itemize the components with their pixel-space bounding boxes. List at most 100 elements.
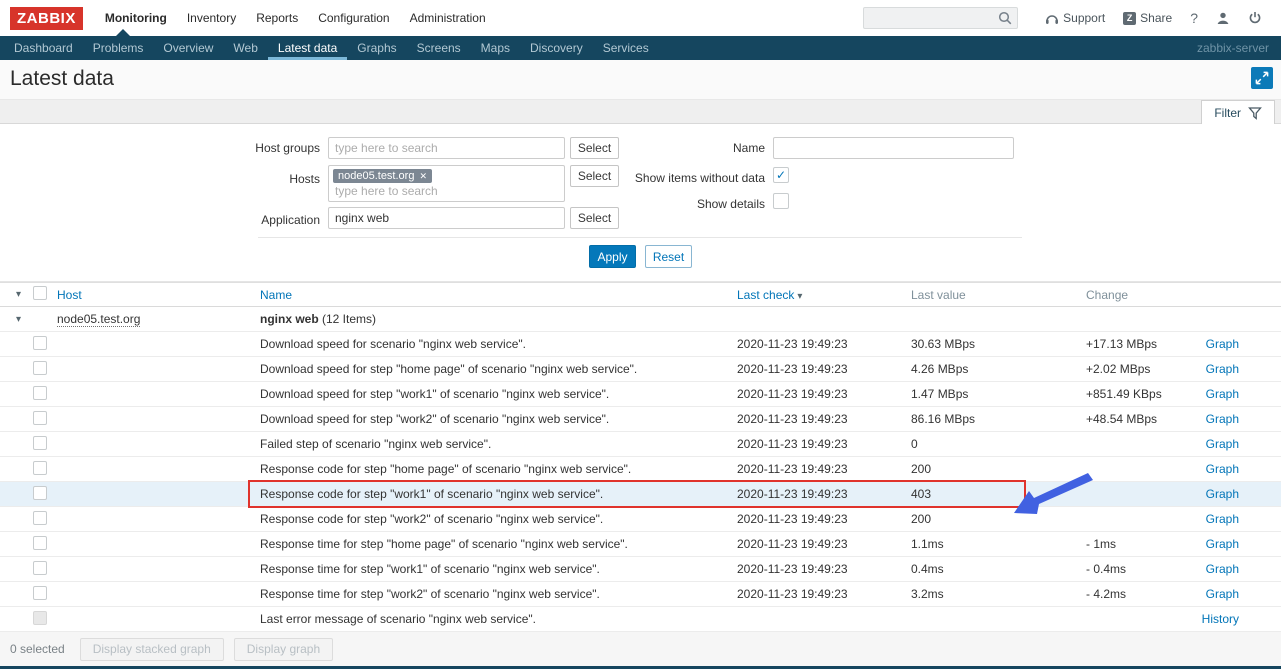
item-last-value: 3.2ms: [911, 587, 1086, 601]
host-column-header[interactable]: Host: [57, 288, 82, 302]
select-all-checkbox[interactable]: [33, 286, 47, 300]
graph-link[interactable]: Graph: [1206, 362, 1239, 376]
reset-button[interactable]: Reset: [645, 245, 692, 268]
row-checkbox[interactable]: [33, 561, 47, 575]
row-checkbox[interactable]: [33, 586, 47, 600]
search-icon: [998, 11, 1012, 25]
table-row: Download speed for scenario "nginx web s…: [0, 332, 1281, 357]
power-icon: [1248, 11, 1262, 25]
application-input[interactable]: [328, 207, 565, 229]
search-input[interactable]: [863, 7, 1018, 29]
item-change: +17.13 MBps: [1086, 337, 1196, 351]
graph-link[interactable]: Graph: [1206, 387, 1239, 401]
sub-nav-item-graphs[interactable]: Graphs: [347, 36, 406, 60]
sub-nav-item-web[interactable]: Web: [223, 36, 267, 60]
sub-nav-item-services[interactable]: Services: [593, 36, 659, 60]
graph-link[interactable]: Graph: [1206, 537, 1239, 551]
item-last-value: 0.4ms: [911, 562, 1086, 576]
graph-link[interactable]: Graph: [1206, 412, 1239, 426]
row-checkbox[interactable]: [33, 536, 47, 550]
item-count: (12 Items): [319, 312, 376, 326]
row-checkbox[interactable]: [33, 486, 47, 500]
host-groups-input[interactable]: [328, 137, 565, 159]
item-change: +851.49 KBps: [1086, 387, 1196, 401]
sub-nav-item-screens[interactable]: Screens: [407, 36, 471, 60]
table-row: Response code for step "work1" of scenar…: [0, 482, 1281, 507]
top-nav-item-administration[interactable]: Administration: [400, 11, 496, 25]
show-details-label: Show details: [640, 197, 765, 211]
sort-desc-icon: ▾: [797, 291, 802, 302]
help-button[interactable]: ?: [1190, 10, 1198, 26]
graph-link[interactable]: Graph: [1206, 337, 1239, 351]
server-name: zabbix-server: [1197, 36, 1269, 60]
item-name: Response code for step "home page" of sc…: [260, 462, 737, 476]
top-nav-item-inventory[interactable]: Inventory: [177, 11, 246, 25]
item-change: - 4.2ms: [1086, 587, 1196, 601]
page-title: Latest data: [10, 67, 114, 91]
share-link[interactable]: Z Share: [1123, 11, 1172, 25]
graph-link[interactable]: Graph: [1206, 562, 1239, 576]
top-nav: MonitoringInventoryReportsConfigurationA…: [95, 11, 496, 25]
hosts-placeholder: type here to search: [335, 184, 560, 198]
item-last-value: 1.1ms: [911, 537, 1086, 551]
user-profile-button[interactable]: [1216, 11, 1230, 25]
top-nav-item-monitoring[interactable]: Monitoring: [95, 11, 177, 25]
graph-link[interactable]: Graph: [1206, 512, 1239, 526]
application-select-button[interactable]: Select: [570, 207, 619, 229]
filter-tab[interactable]: Filter: [1201, 100, 1275, 125]
graph-link[interactable]: Graph: [1206, 587, 1239, 601]
name-column-header[interactable]: Name: [260, 288, 292, 302]
latest-data-table: ▾ Host Name Last check▾ Last value Chang…: [0, 282, 1281, 632]
sub-nav-item-latest-data[interactable]: Latest data: [268, 36, 347, 60]
user-icon: [1216, 11, 1230, 25]
item-change: - 0.4ms: [1086, 562, 1196, 576]
sub-nav-item-maps[interactable]: Maps: [471, 36, 520, 60]
hosts-multiselect[interactable]: node05.test.org ✕ type here to search: [328, 165, 565, 202]
logout-button[interactable]: [1248, 11, 1262, 25]
application-label: Application: [200, 213, 320, 227]
sub-nav-items: DashboardProblemsOverviewWebLatest dataG…: [4, 36, 659, 60]
host-link[interactable]: node05.test.org: [57, 312, 140, 327]
sub-nav-item-overview[interactable]: Overview: [153, 36, 223, 60]
item-last-check: 2020-11-23 19:49:23: [737, 362, 911, 376]
row-checkbox[interactable]: [33, 436, 47, 450]
display-graph-button[interactable]: Display graph: [234, 638, 333, 661]
graph-link[interactable]: Graph: [1206, 487, 1239, 501]
graph-link[interactable]: Graph: [1206, 437, 1239, 451]
show-items-checkbox[interactable]: ✓: [773, 167, 789, 183]
host-tag-remove-icon[interactable]: ✕: [419, 171, 427, 182]
checkmark-icon: ✓: [776, 168, 786, 182]
sub-nav-item-problems[interactable]: Problems: [83, 36, 154, 60]
item-name: Download speed for step "work2" of scena…: [260, 412, 737, 426]
collapse-all-icon[interactable]: ▾: [16, 289, 21, 300]
row-checkbox[interactable]: [33, 461, 47, 475]
sub-nav-item-discovery[interactable]: Discovery: [520, 36, 593, 60]
apply-button[interactable]: Apply: [589, 245, 636, 268]
host-tag-label: node05.test.org: [338, 170, 414, 182]
name-input[interactable]: [773, 137, 1014, 159]
graph-link[interactable]: History: [1202, 612, 1239, 626]
row-checkbox[interactable]: [33, 611, 47, 625]
top-nav-item-reports[interactable]: Reports: [246, 11, 308, 25]
row-checkbox[interactable]: [33, 336, 47, 350]
display-stacked-graph-button[interactable]: Display stacked graph: [80, 638, 224, 661]
support-label: Support: [1063, 11, 1105, 25]
item-last-value: 1.47 MBps: [911, 387, 1086, 401]
item-last-value: 200: [911, 462, 1086, 476]
support-link[interactable]: Support: [1045, 11, 1105, 25]
top-nav-item-configuration[interactable]: Configuration: [308, 11, 399, 25]
row-checkbox[interactable]: [33, 361, 47, 375]
row-checkbox[interactable]: [33, 411, 47, 425]
fullscreen-button[interactable]: [1251, 67, 1273, 89]
row-checkbox[interactable]: [33, 511, 47, 525]
table-row: Failed step of scenario "nginx web servi…: [0, 432, 1281, 457]
collapse-group-icon[interactable]: ▾: [16, 314, 21, 325]
last-check-column-header[interactable]: Last check▾: [737, 288, 802, 302]
host-groups-select-button[interactable]: Select: [570, 137, 619, 159]
sub-nav-item-dashboard[interactable]: Dashboard: [4, 36, 83, 60]
footer-bar: 0 selected Display stacked graph Display…: [0, 632, 1281, 666]
item-name: Response code for step "work1" of scenar…: [260, 487, 737, 501]
row-checkbox[interactable]: [33, 386, 47, 400]
graph-link[interactable]: Graph: [1206, 462, 1239, 476]
show-details-checkbox[interactable]: ✓: [773, 193, 789, 209]
